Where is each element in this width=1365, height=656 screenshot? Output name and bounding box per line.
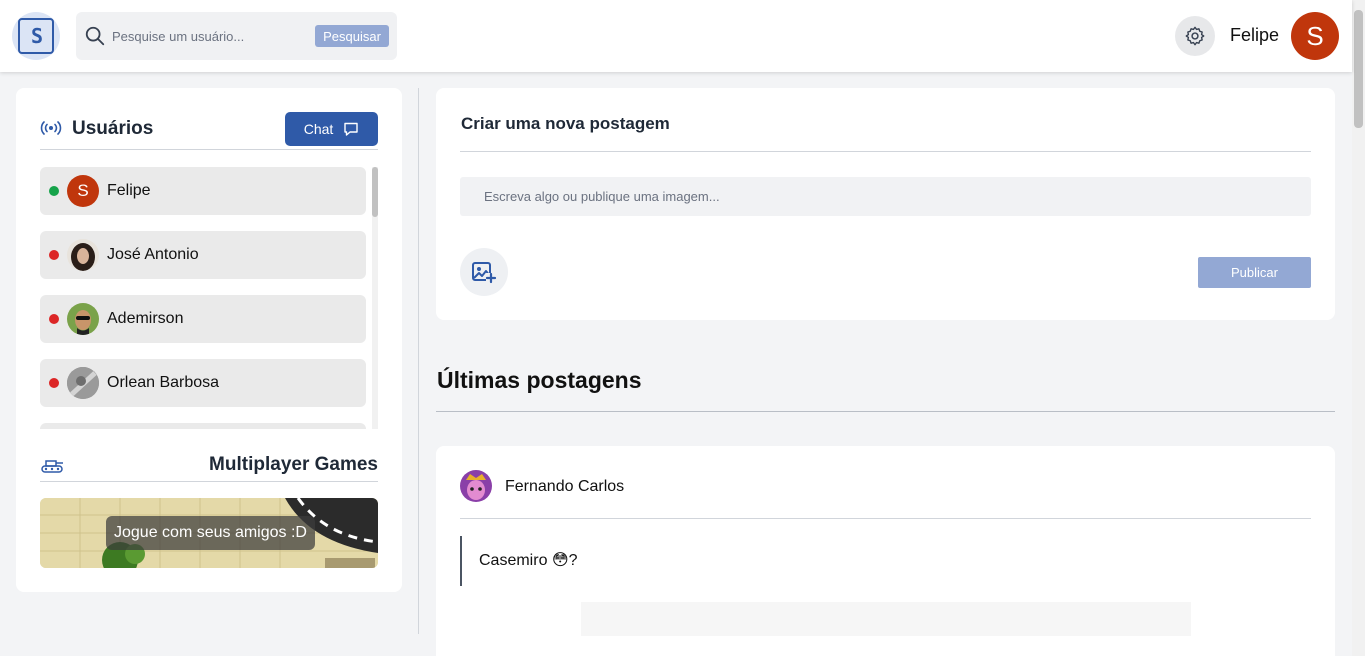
avatar-image — [460, 470, 492, 502]
games-title: Multiplayer Games — [209, 454, 378, 475]
chat-bubble-icon — [344, 122, 358, 136]
user-item[interactable] — [40, 423, 366, 429]
avatar — [67, 239, 99, 271]
divider — [460, 151, 1311, 152]
create-post-title: Criar uma nova postagem — [461, 114, 670, 133]
chat-button[interactable]: Chat — [285, 112, 378, 146]
page-scrollbar[interactable] — [1352, 0, 1365, 656]
avatar-image — [75, 310, 91, 335]
current-user-avatar[interactable]: S — [1291, 12, 1339, 60]
avatar: S — [67, 175, 99, 207]
logo-text: S — [30, 24, 43, 48]
page-scrollbar-thumb[interactable] — [1354, 10, 1363, 128]
current-user-name[interactable]: Felipe — [1230, 25, 1279, 46]
user-name: Felipe — [107, 182, 151, 199]
settings-button[interactable] — [1175, 16, 1215, 56]
user-list-scrollbar[interactable] — [372, 167, 378, 429]
user-item-orlean-barbosa[interactable]: Orlean Barbosa — [40, 359, 366, 407]
top-bar: S Pesquisar Felipe S — [0, 0, 1352, 72]
user-list-scrollbar-thumb[interactable] — [372, 167, 378, 217]
user-name: Ademirson — [107, 310, 184, 327]
user-search: Pesquisar — [76, 12, 397, 60]
user-name: José Antonio — [107, 246, 199, 263]
gear-icon — [1185, 26, 1205, 46]
sidebar-panel: Usuários Chat S Felipe José Antonio Adem… — [16, 88, 402, 592]
broadcast-icon — [40, 121, 62, 135]
chat-button-label: Chat — [303, 121, 334, 137]
post-text: Casemiro 😳? — [460, 536, 577, 586]
game-banner[interactable]: Jogue com seus amigos :D — [40, 498, 378, 568]
users-title: Usuários — [72, 118, 154, 139]
users-header: Usuários Chat — [40, 112, 378, 150]
post-image[interactable] — [581, 602, 1191, 636]
online-status-dot — [49, 186, 59, 196]
user-item-felipe[interactable]: S Felipe — [40, 167, 366, 215]
avatar-image — [67, 367, 99, 399]
tank-icon — [41, 460, 63, 473]
avatar-image — [71, 243, 95, 271]
avatar — [67, 303, 99, 335]
avatar — [67, 367, 99, 399]
add-image-button[interactable] — [460, 248, 508, 296]
post-author-name[interactable]: Fernando Carlos — [505, 478, 624, 496]
create-post-card: Criar uma nova postagem Publicar — [436, 88, 1335, 320]
post-card: Fernando Carlos Casemiro 😳? — [436, 446, 1335, 656]
offline-status-dot — [49, 250, 59, 260]
publish-button[interactable]: Publicar — [1198, 257, 1311, 288]
user-item-jose-antonio[interactable]: José Antonio — [40, 231, 366, 279]
avatar-initial: S — [77, 181, 89, 200]
post-author-avatar[interactable] — [460, 470, 492, 502]
search-input[interactable] — [112, 24, 302, 48]
app-logo[interactable]: S — [12, 12, 60, 60]
user-list: S Felipe José Antonio Ademirson Orlean B… — [40, 167, 378, 429]
offline-status-dot — [49, 314, 59, 324]
user-name: Orlean Barbosa — [107, 374, 220, 391]
user-item-ademirson[interactable]: Ademirson — [40, 295, 366, 343]
add-image-icon — [472, 262, 497, 284]
avatar-initial: S — [1306, 20, 1324, 51]
divider — [460, 518, 1311, 519]
search-button[interactable]: Pesquisar — [315, 25, 389, 47]
divider — [436, 411, 1335, 412]
game-banner-text: Jogue com seus amigos :D — [106, 516, 315, 550]
latest-posts-title: Últimas postagens — [437, 367, 642, 393]
offline-status-dot — [49, 378, 59, 388]
logo-mark: S — [18, 18, 54, 54]
search-icon — [85, 26, 105, 46]
post-input[interactable] — [460, 177, 1311, 216]
games-header: Multiplayer Games — [40, 452, 378, 482]
column-divider — [418, 88, 419, 634]
